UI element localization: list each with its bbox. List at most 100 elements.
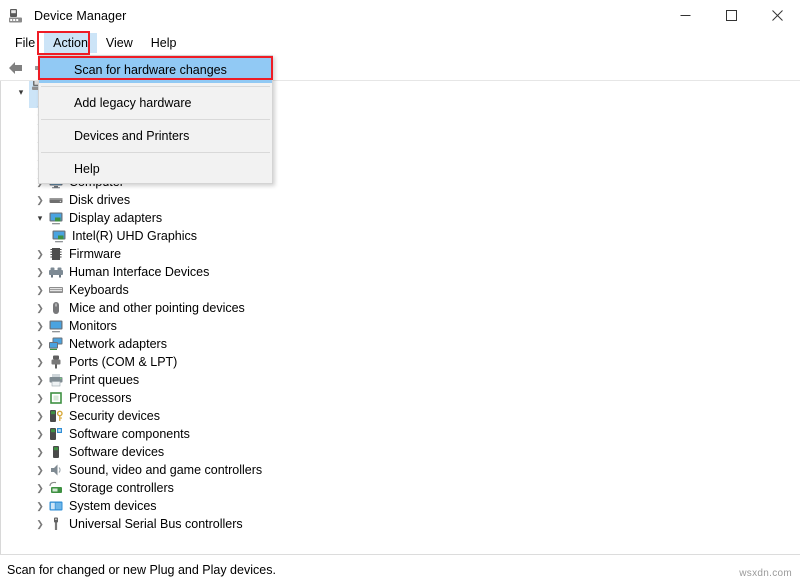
menu-item-view[interactable]: View [97,33,142,53]
chevron-right-icon[interactable]: ❯ [32,303,48,314]
title-bar: Device Manager [0,0,800,31]
tree-row-software-components[interactable]: ❯ Software components [1,425,800,443]
speaker-icon [48,462,64,478]
network-adapter-icon [48,336,64,352]
tree-row-human-interface-devices[interactable]: ❯ Human Interface Devices [1,263,800,281]
system-device-icon [48,498,64,514]
menu-separator [41,119,270,120]
chevron-right-icon[interactable]: ❯ [32,501,48,512]
tree-row-label: Security devices [69,409,161,423]
tree-row-mice-and-other-pointing-devices[interactable]: ❯ Mice and other pointing devices [1,299,800,317]
storage-controller-icon [48,480,64,496]
tree-row-storage-controllers[interactable]: ❯ Storage controllers [1,479,800,497]
usb-icon [48,516,64,532]
software-device-icon [48,444,64,460]
tree-row-label: Firmware [69,247,122,261]
menu-option-help[interactable]: Help [39,156,272,182]
tree-row-universal-serial-bus-controllers[interactable]: ❯ Universal Serial Bus controllers [1,515,800,533]
chevron-right-icon[interactable]: ❯ [32,339,48,350]
tree-row-label: Display adapters [69,211,163,225]
chevron-right-icon[interactable]: ❯ [32,375,48,386]
window-title: Device Manager [34,8,127,23]
tree-row-label: Disk drives [69,193,131,207]
tree-row-security-devices[interactable]: ❯ Security devices [1,407,800,425]
software-component-icon [48,426,64,442]
disk-drive-icon [48,192,64,208]
hid-icon [48,264,64,280]
chevron-right-icon[interactable]: ❯ [32,393,48,404]
tree-row-monitors[interactable]: ❯ Monitors [1,317,800,335]
chevron-right-icon[interactable]: ❯ [32,195,48,206]
tree-row-label: Universal Serial Bus controllers [69,517,243,531]
printer-icon [48,372,64,388]
tree-row-software-devices[interactable]: ❯ Software devices [1,443,800,461]
tree-row-label: Network adapters [69,337,167,351]
tree-row-label: Keyboards [69,283,129,297]
menu-item-file[interactable]: File [6,33,44,53]
tree-row-display-adapters[interactable]: ▾ Display adapters [1,209,800,227]
minimize-icon[interactable] [662,0,708,31]
monitor-icon [48,318,64,334]
display-adapter-icon [51,228,67,244]
maximize-icon[interactable] [708,0,754,31]
tree-row-label: Mice and other pointing devices [69,301,245,315]
device-manager-window: Device Manager File Action View Help ▾ ❯… [0,0,800,584]
chevron-right-icon[interactable]: ❯ [32,447,48,458]
close-icon[interactable] [754,0,800,31]
back-arrow-icon[interactable] [4,57,28,79]
tree-row-label: Storage controllers [69,481,174,495]
tree-row-processors[interactable]: ❯ Processors [1,389,800,407]
keyboard-icon [48,282,64,298]
menu-option-scan-for-hardware-changes[interactable]: Scan for hardware changes [39,57,272,83]
chevron-right-icon[interactable]: ❯ [32,357,48,368]
menu-separator [41,86,270,87]
menu-bar: File Action View Help [0,31,800,55]
action-dropdown-menu[interactable]: Scan for hardware changes Add legacy har… [38,55,273,184]
mouse-icon [48,300,64,316]
tree-row-keyboards[interactable]: ❯ Keyboards [1,281,800,299]
firmware-icon [48,246,64,262]
menu-item-help[interactable]: Help [142,33,186,53]
chevron-right-icon[interactable]: ❯ [32,285,48,296]
tree-row-label: Software components [69,427,190,441]
menu-separator [41,152,270,153]
tree-row-sound-video-and-game-controllers[interactable]: ❯ Sound, video and game controllers [1,461,800,479]
watermark: wsxdn.com [739,568,792,579]
status-bar: Scan for changed or new Plug and Play de… [0,554,800,584]
device-manager-icon [7,7,25,25]
menu-option-devices-and-printers[interactable]: Devices and Printers [39,123,272,149]
tree-row-system-devices[interactable]: ❯ System devices [1,497,800,515]
tree-row-label: Monitors [69,319,117,333]
tree-row-print-queues[interactable]: ❯ Print queues [1,371,800,389]
tree-row-disk-drives[interactable]: ❯ Disk drives [1,191,800,209]
tree-row-label: Sound, video and game controllers [69,463,263,477]
processor-icon [48,390,64,406]
tree-row-network-adapters[interactable]: ❯ Network adapters [1,335,800,353]
security-device-icon [48,408,64,424]
window-controls [662,0,800,31]
chevron-right-icon[interactable]: ❯ [32,267,48,278]
tree-row-label: Ports (COM & LPT) [69,355,178,369]
tree-row-label: Software devices [69,445,165,459]
menu-item-action[interactable]: Action [44,33,97,53]
chevron-right-icon[interactable]: ❯ [32,483,48,494]
menu-option-add-legacy-hardware[interactable]: Add legacy hardware [39,90,272,116]
tree-row-label: Intel(R) UHD Graphics [72,229,198,243]
chevron-right-icon[interactable]: ❯ [32,465,48,476]
chevron-down-icon[interactable]: ▾ [32,213,48,224]
chevron-right-icon[interactable]: ❯ [32,249,48,260]
tree-row-label: System devices [69,499,157,513]
chevron-right-icon[interactable]: ❯ [32,411,48,422]
port-icon [48,354,64,370]
chevron-right-icon[interactable]: ❯ [32,519,48,530]
tree-row-label: Human Interface Devices [69,265,210,279]
display-adapter-icon [48,210,64,226]
chevron-right-icon[interactable]: ❯ [32,429,48,440]
tree-row-intel-uhd-graphics[interactable]: Intel(R) UHD Graphics [1,227,800,245]
tree-row-label: Processors [69,391,132,405]
tree-row-ports[interactable]: ❯ Ports (COM & LPT) [1,353,800,371]
chevron-right-icon[interactable]: ❯ [32,321,48,332]
chevron-down-icon[interactable]: ▾ [13,87,29,98]
status-bar-text: Scan for changed or new Plug and Play de… [7,562,276,577]
tree-row-firmware[interactable]: ❯ Firmware [1,245,800,263]
